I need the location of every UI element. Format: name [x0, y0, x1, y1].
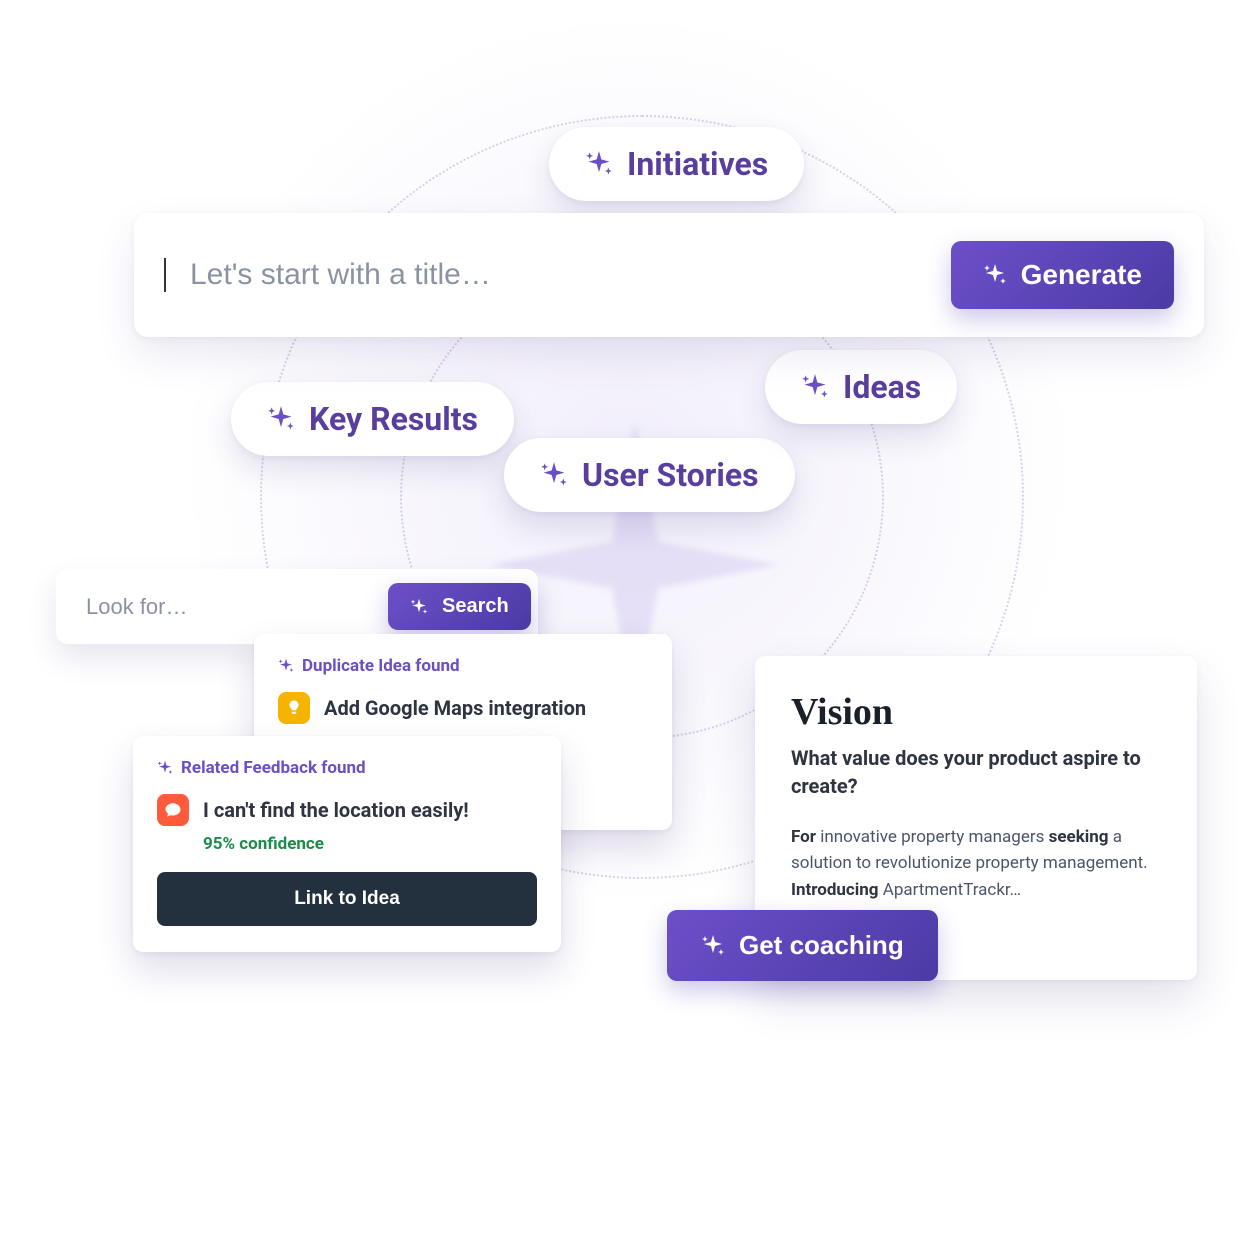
sparkle-icon — [585, 150, 613, 178]
sparkle-icon — [983, 263, 1007, 287]
sparkle-icon — [157, 760, 173, 776]
get-coaching-button[interactable]: Get coaching — [667, 910, 938, 981]
vision-subtitle: What value does your product aspire to c… — [791, 744, 1161, 800]
chip-label: Ideas — [843, 368, 921, 406]
title-input[interactable] — [184, 257, 931, 293]
search-button[interactable]: Search — [388, 583, 531, 630]
related-feedback-card: Related Feedback found I can't find the … — [133, 736, 561, 952]
link-to-idea-button[interactable]: Link to Idea — [157, 872, 537, 926]
chip-key-results[interactable]: Key Results — [231, 382, 514, 456]
vision-bold: Introducing — [791, 880, 879, 900]
header-label: Duplicate Idea found — [302, 656, 460, 676]
chip-ideas[interactable]: Ideas — [765, 350, 957, 424]
coaching-button-wrap: Get coaching — [667, 910, 938, 981]
vision-title: Vision — [791, 690, 1161, 734]
title-bar: Generate — [134, 213, 1204, 337]
chip-label: Initiatives — [627, 145, 768, 183]
card-header: Related Feedback found — [157, 758, 537, 778]
sparkle-icon — [278, 658, 294, 674]
sparkle-icon — [410, 598, 428, 616]
vision-bold: seeking — [1049, 827, 1109, 847]
sparkle-icon — [267, 405, 295, 433]
vision-body: For innovative property managers seeking… — [791, 824, 1161, 903]
chat-icon — [157, 794, 189, 826]
header-label: Related Feedback found — [181, 758, 366, 778]
chip-user-stories[interactable]: User Stories — [504, 438, 795, 512]
text-caret — [164, 258, 166, 292]
button-label: Get coaching — [739, 930, 904, 961]
sparkle-icon — [701, 934, 725, 958]
confidence-label: 95% confidence — [157, 834, 537, 854]
chip-label: User Stories — [582, 456, 759, 494]
chip-initiatives[interactable]: Initiatives — [549, 127, 804, 201]
chip-label: Key Results — [309, 400, 478, 438]
vision-bold: For — [791, 827, 816, 847]
vision-text: ApartmentTrackr… — [879, 880, 1022, 900]
lightbulb-icon — [278, 692, 310, 724]
button-label: Generate — [1021, 259, 1142, 291]
feedback-title: I can't find the location easily! — [203, 798, 469, 822]
sparkle-icon — [540, 461, 568, 489]
card-header: Duplicate Idea found — [278, 656, 648, 676]
idea-title: Add Google Maps integration — [324, 696, 586, 720]
button-label: Search — [442, 595, 509, 618]
generate-button[interactable]: Generate — [951, 241, 1174, 309]
vision-text: innovative property managers — [816, 827, 1049, 847]
feedback-row[interactable]: I can't find the location easily! — [157, 794, 537, 826]
idea-row[interactable]: Add Google Maps integration — [278, 692, 648, 724]
search-bar: Search — [56, 569, 538, 644]
search-input[interactable] — [84, 593, 376, 621]
sparkle-icon — [801, 373, 829, 401]
